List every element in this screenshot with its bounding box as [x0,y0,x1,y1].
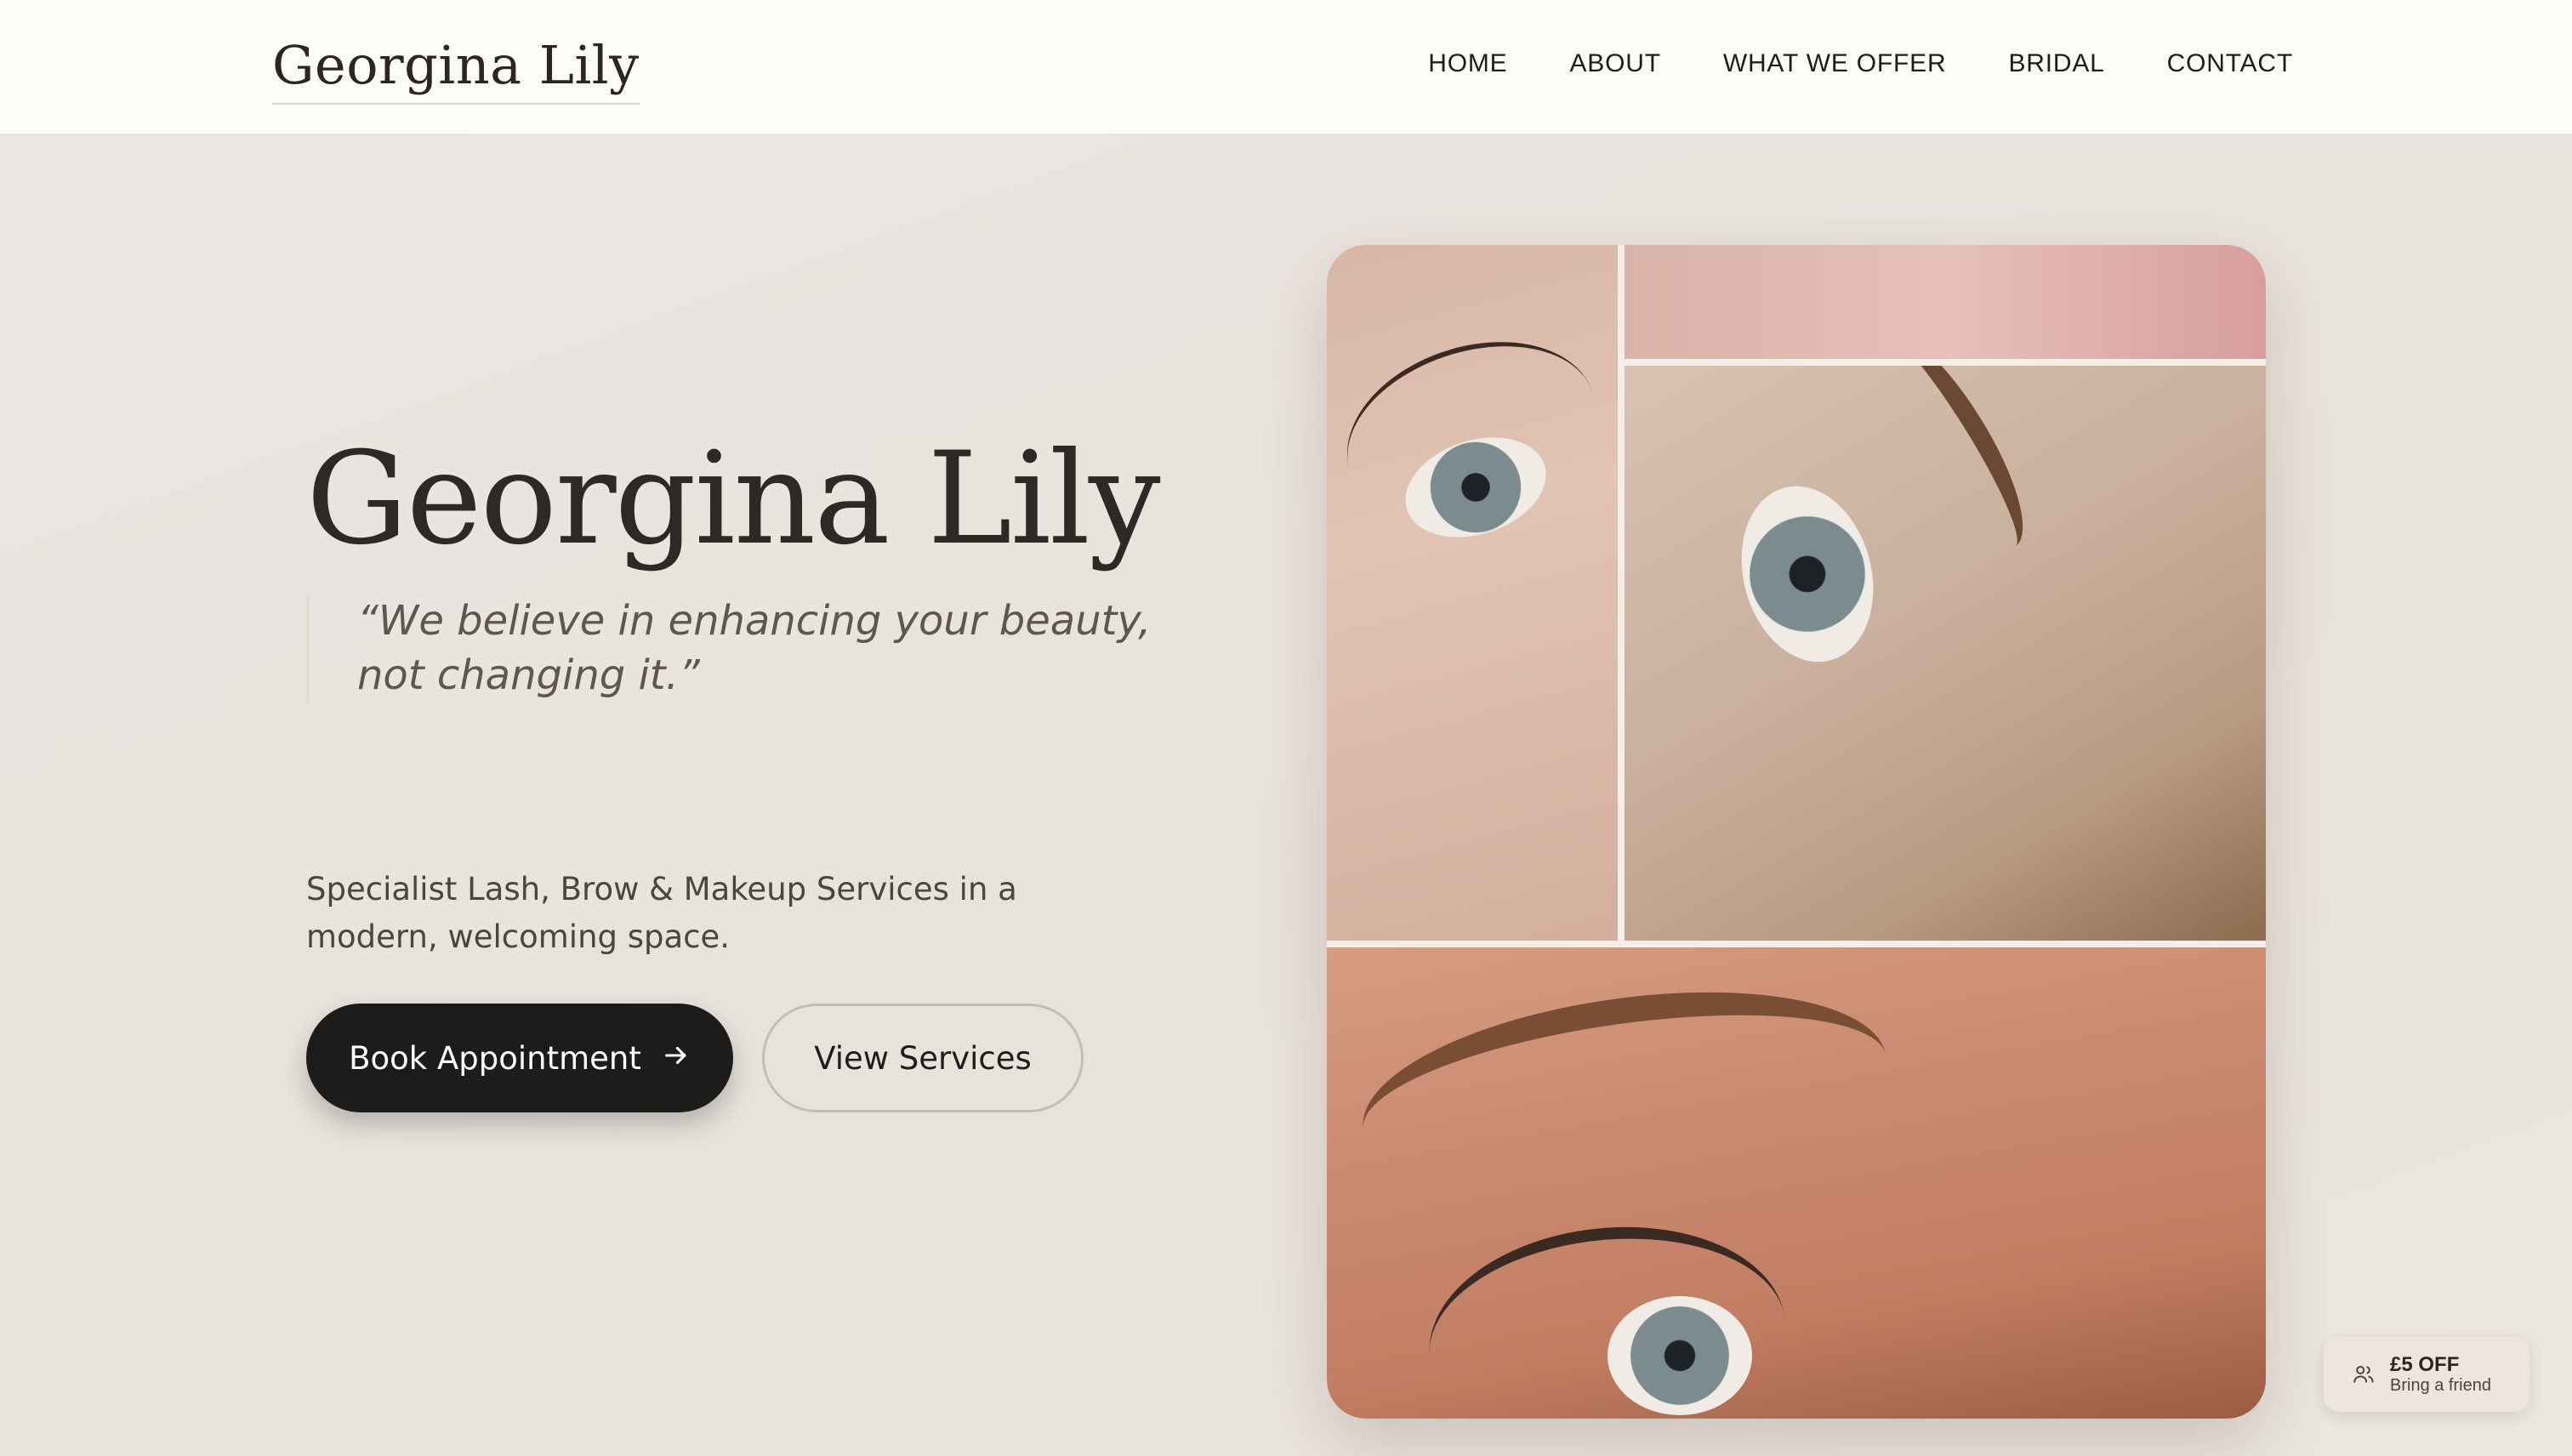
eye-detail [1608,1296,1752,1415]
photo-collage [1327,245,2266,1419]
hero-quote-block: “We believe in enhancing your beauty, no… [306,594,1208,702]
site-header: Georgina Lily HOME ABOUT WHAT WE OFFER B… [0,0,2572,134]
collage-photo-lips [1625,245,2266,359]
main-nav: HOME ABOUT WHAT WE OFFER BRIDAL CONTACT [1428,49,2293,78]
collage-photo-brow-eye [1625,366,2266,941]
collage-photo-brow-lashes [1327,947,2266,1419]
nav-about[interactable]: ABOUT [1569,49,1660,78]
hero-title: Georgina Lily [306,425,1161,573]
nav-what-we-offer[interactable]: WHAT WE OFFER [1723,49,1947,78]
view-services-button[interactable]: View Services [762,1004,1084,1112]
collage-photo-eye-closeup [1327,245,1618,941]
referral-promo-badge[interactable]: £5 OFF Bring a friend [2324,1337,2529,1412]
promo-subtitle: Bring a friend [2390,1376,2491,1395]
nav-home[interactable]: HOME [1428,49,1507,78]
hero-tagline: Specialist Lash, Brow & Makeup Services … [306,871,1017,955]
brow-detail [1350,962,1899,1222]
nav-contact[interactable]: CONTACT [2167,49,2293,78]
book-appointment-label: Book Appointment [349,1039,641,1077]
users-icon [2351,1362,2376,1387]
nav-bridal[interactable]: BRIDAL [2008,49,2104,78]
view-services-label: View Services [814,1039,1032,1077]
book-appointment-button[interactable]: Book Appointment [306,1004,733,1112]
eye-detail [1722,471,1892,677]
arrow-right-icon [662,1041,691,1076]
promo-title: £5 OFF [2390,1353,2460,1376]
hero-quote: “We believe in enhancing your beauty, no… [357,597,1152,699]
promo-text: £5 OFF Bring a friend [2390,1353,2491,1396]
site-logo[interactable]: Georgina Lily [272,34,640,105]
brow-detail [1847,366,2048,567]
